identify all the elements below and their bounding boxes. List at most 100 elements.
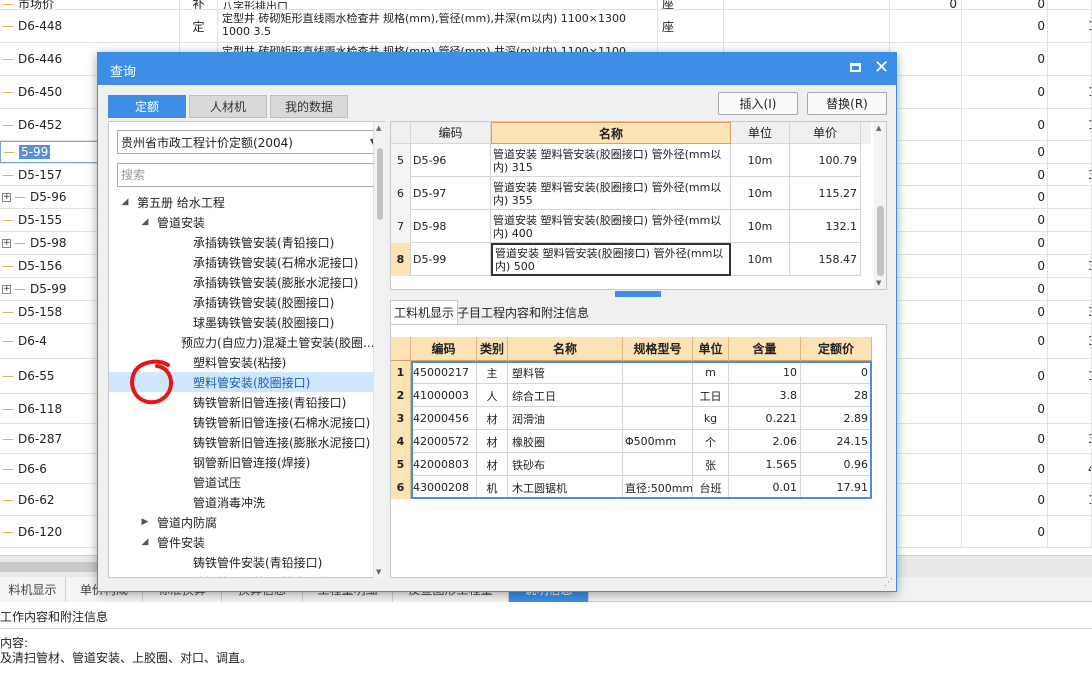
quota-row[interactable]: 5 D5-96 管道安装 塑料管安装(胶圈接口) 管外径(mm以内) 315 10m 1… xyxy=(391,144,861,177)
expand-toggle-icon[interactable]: ◢ xyxy=(139,537,151,547)
resource-row[interactable]: 6 43000208 机木工圆锯机 直径:500mm 台班 0.01 17.91 xyxy=(391,476,872,499)
tree-node[interactable]: ▶ 管道内防腐 xyxy=(109,512,374,532)
tree-node[interactable]: 球墨铸铁管安装(胶圈接口) xyxy=(109,312,374,332)
row-value: 0 xyxy=(962,301,1048,323)
resize-grip-icon[interactable]: ⋰ xyxy=(884,578,893,588)
header-quantity: 含量 xyxy=(729,337,801,361)
expand-toggle-icon[interactable]: ▶ xyxy=(139,517,151,527)
scrollbar-thumb[interactable] xyxy=(877,206,884,276)
resource-category: 人 xyxy=(477,384,508,407)
quota-row[interactable]: 6 D5-97 管道安装 塑料管安装(胶圈接口) 管外径(mm以内) 355 10m 1… xyxy=(391,177,861,210)
row-code: D6-4 xyxy=(18,334,47,348)
scroll-up-icon[interactable]: ▲ xyxy=(376,124,381,132)
tree-node[interactable]: 预应力(自应力)混凝土管安装(胶圈... xyxy=(109,332,374,352)
row-code-cell[interactable]: — 市场价 xyxy=(0,0,180,9)
row-value xyxy=(890,186,962,208)
close-icon[interactable]: ✕ xyxy=(874,57,889,79)
tree-node[interactable]: 承插铸铁管安装(石棉水泥接口) xyxy=(109,252,374,272)
quota-list-header: 编码 名称 单位 单价 xyxy=(391,122,871,144)
insert-button[interactable]: 插入(I) xyxy=(718,92,798,115)
row-value xyxy=(1048,0,1092,9)
tree-node[interactable]: 管道消毒冲洗 xyxy=(109,492,374,512)
row-code: 5-99 xyxy=(19,145,51,159)
expand-toggle-icon[interactable]: ◢ xyxy=(119,197,131,207)
resource-quota-price: 2.89 xyxy=(801,407,872,430)
background-row[interactable]: — D6-448 定定型井 砖砌矩形直线雨水检查井 规格(mm),管径(mm),井深… xyxy=(0,10,1092,43)
scroll-up-icon[interactable]: ▲ xyxy=(876,124,881,132)
tree-node[interactable]: ◢ 管件安装 xyxy=(109,532,374,552)
header-name[interactable]: 名称 xyxy=(491,122,731,144)
row-value: 3 xyxy=(1048,301,1092,323)
tree-node[interactable]: 铸铁管件安装(石棉水泥接口) xyxy=(109,572,374,578)
expand-icon[interactable]: + xyxy=(2,192,11,202)
resource-quota-price: 17.91 xyxy=(801,476,872,499)
dialog-title: 查询 xyxy=(110,65,137,80)
tab-my-data[interactable]: 我的数据 xyxy=(270,95,348,118)
tab-labor-material-machine[interactable]: 人材机 xyxy=(189,95,267,118)
resource-row[interactable]: 1 45000217 主塑料管 m 10 0 xyxy=(391,361,872,384)
quota-row[interactable]: 8 D5-99 管道安装 塑料管安装(胶圈接口) 管外径(mm以内) 500 10m 1… xyxy=(391,243,861,276)
scroll-down-icon[interactable]: ▼ xyxy=(376,568,381,576)
tree-node[interactable]: 管道试压 xyxy=(109,472,374,492)
row-code: D5-156 xyxy=(18,259,63,273)
tree-node-label: 管道消毒冲洗 xyxy=(193,495,266,510)
tab-work-content[interactable]: 子目工程内容和附注信息 xyxy=(454,300,592,324)
row-value xyxy=(890,76,962,108)
row-index: 2 xyxy=(391,384,411,407)
expand-toggle-icon[interactable]: ◢ xyxy=(139,217,151,227)
row-value xyxy=(1048,516,1092,547)
resource-unit: 张 xyxy=(693,453,729,476)
resource-row[interactable]: 5 42000803 材铁砂布 张 1.565 0.96 xyxy=(391,453,872,476)
tree-scrollbar[interactable]: ▲ ▼ xyxy=(373,122,385,578)
scroll-down-icon[interactable]: ▼ xyxy=(876,279,881,287)
resource-row[interactable]: 2 41000003 人综合工日 工日 3.8 28 xyxy=(391,384,872,407)
row-code: 市场价 xyxy=(18,0,55,9)
row-value xyxy=(890,359,962,393)
resource-quantity: 10 xyxy=(729,361,801,384)
standard-select[interactable]: 贵州省市政工程计价定额(2004) ▼ xyxy=(117,130,382,154)
expand-icon[interactable]: + xyxy=(2,284,11,294)
tree-node[interactable]: 承插铸铁管安装(胶圈接口) xyxy=(109,292,374,312)
maximize-icon[interactable] xyxy=(850,63,861,72)
search-input[interactable] xyxy=(117,163,382,187)
tree-node[interactable]: 铸铁管新旧管连接(石棉水泥接口) xyxy=(109,412,374,432)
header-price: 单价 xyxy=(790,122,861,144)
quota-unit: 10m xyxy=(731,210,790,243)
row-value: 1 xyxy=(1048,10,1092,42)
tree-line-icon: — xyxy=(2,117,14,132)
tree-node-label: 管道安装 xyxy=(157,215,206,230)
background-row[interactable]: — 市场价 补八字形排出口座 0 0 xyxy=(0,0,1092,10)
row-unit: 座 xyxy=(658,0,724,9)
tree-node[interactable]: ◢ 第五册 给水工程 xyxy=(109,192,374,212)
tab-material-display[interactable]: 工料机显示 xyxy=(390,300,459,324)
tree-node[interactable]: 钢管新旧管连接(焊接) xyxy=(109,452,374,472)
tree-node[interactable]: 承插铸铁管安装(膨胀水泥接口) xyxy=(109,272,374,292)
row-value: 48 xyxy=(1048,454,1092,483)
quota-list-scrollbar[interactable]: ▲ ▼ xyxy=(874,122,886,289)
row-value xyxy=(890,484,962,515)
resource-category: 主 xyxy=(477,361,508,384)
tree-node[interactable]: 承插铸铁管安装(青铅接口) xyxy=(109,232,374,252)
expand-icon[interactable]: + xyxy=(2,238,11,248)
replace-button[interactable]: 替换(R) xyxy=(807,92,887,115)
dialog-titlebar[interactable]: 查询 ✕ xyxy=(98,53,896,85)
splitter-handle[interactable] xyxy=(615,291,661,297)
tree-node[interactable]: 铸铁管件安装(青铅接口) xyxy=(109,552,374,572)
row-value: 0 xyxy=(962,454,1048,483)
tree-node-label: 铸铁管新旧管连接(石棉水泥接口) xyxy=(193,415,371,430)
bottom-tab[interactable]: 料机显示 xyxy=(0,577,66,602)
tab-quota[interactable]: 定额 xyxy=(108,95,186,118)
tree-node-label: 管道试压 xyxy=(193,475,242,490)
resource-row[interactable]: 3 42000456 材润滑油 kg 0.221 2.89 xyxy=(391,407,872,430)
row-value: 100 xyxy=(1048,359,1092,393)
quota-unit: 10m xyxy=(731,177,790,210)
tree-node[interactable]: ◢ 管道安装 xyxy=(109,212,374,232)
resource-quota-price: 24.15 xyxy=(801,430,872,453)
row-code-cell[interactable]: — D6-448 xyxy=(0,10,180,42)
tree-node[interactable]: 铸铁管新旧管连接(膨胀水泥接口) xyxy=(109,432,374,452)
scrollbar-thumb[interactable] xyxy=(377,148,383,220)
resource-row[interactable]: 4 42000572 材橡胶圈 Φ500mm 个 2.06 24.15 xyxy=(391,430,872,453)
row-value: 0 xyxy=(962,10,1048,42)
row-value xyxy=(1048,278,1092,300)
quota-row[interactable]: 7 D5-98 管道安装 塑料管安装(胶圈接口) 管外径(mm以内) 400 10m 1… xyxy=(391,210,861,243)
